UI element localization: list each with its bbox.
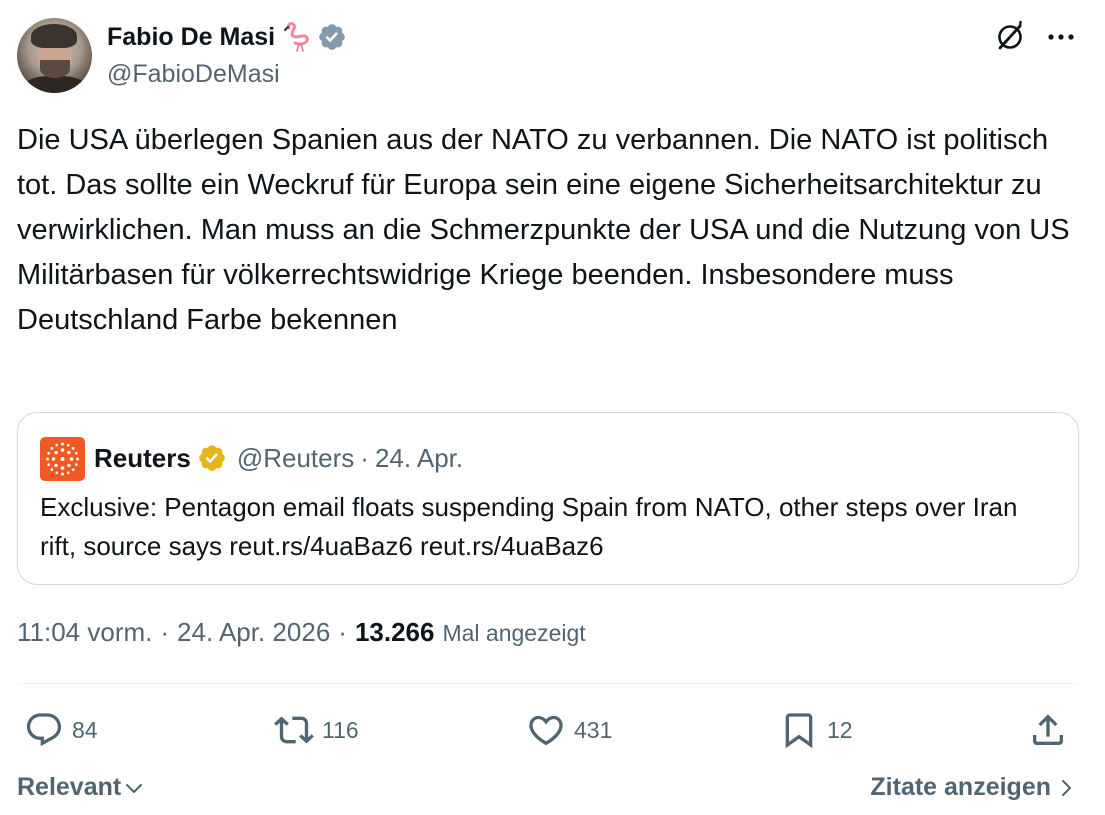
view-quotes-link[interactable]: Zitate anzeigen	[870, 773, 1077, 802]
author-display-name[interactable]: Fabio De Masi	[107, 23, 275, 52]
flamingo-icon	[283, 22, 309, 52]
share-button[interactable]	[1028, 708, 1068, 752]
verified-badge-icon[interactable]	[317, 22, 347, 52]
tweet-date[interactable]: 24. Apr. 2026	[177, 617, 330, 648]
verified-gold-badge-icon	[199, 445, 225, 471]
retweet-count: 116	[322, 716, 359, 743]
retweet-button[interactable]: 116	[274, 708, 359, 752]
author-handle[interactable]: @FabioDeMasi	[107, 60, 280, 89]
share-icon	[1033, 714, 1063, 745]
quoted-tweet-text: Exclusive: Pentagon email floats suspend…	[40, 492, 1018, 561]
reply-icon	[26, 713, 62, 747]
like-count: 431	[574, 716, 613, 743]
divider	[17, 683, 1079, 684]
author-avatar[interactable]	[17, 18, 92, 93]
tweet-detail: Fabio De Masi @FabioDeMasi Die USA überl…	[0, 0, 1105, 815]
views-label: Mal angezeigt	[442, 620, 586, 646]
tweet-text: Die USA überlegen Spanien aus der NATO z…	[17, 124, 1070, 336]
bookmark-button[interactable]: 12	[779, 708, 853, 752]
sort-label: Relevant	[17, 773, 122, 801]
quoted-author-name[interactable]: Reuters	[94, 443, 191, 474]
reply-count: 84	[72, 716, 98, 743]
chevron-down-icon	[126, 783, 143, 793]
bookmark-count: 12	[827, 716, 853, 743]
quoted-separator: ·	[360, 442, 369, 473]
meta-separator: ·	[160, 617, 170, 647]
quoted-author-handle: @Reuters	[236, 442, 355, 473]
grok-icon[interactable]	[993, 20, 1027, 54]
bookmark-icon	[785, 713, 813, 749]
chevron-right-icon	[1062, 779, 1071, 796]
reuters-logo-icon[interactable]	[40, 437, 85, 481]
tweet-time[interactable]: 11:04 vorm.	[17, 617, 152, 648]
sort-replies-dropdown[interactable]: Relevant	[17, 773, 145, 802]
meta-separator: ·	[338, 617, 347, 647]
tweet-meta: 11:04 vorm. · 24. Apr. 2026 · 13.266 Mal…	[17, 617, 586, 648]
like-button[interactable]: 431	[526, 708, 612, 752]
quotes-label: Zitate anzeigen	[870, 773, 1051, 801]
quoted-tweet-card[interactable]: Reuters @Reuters · 24. Apr. Exclusive: P…	[17, 412, 1079, 585]
heart-icon	[529, 715, 563, 746]
more-options-icon[interactable]	[1045, 26, 1077, 48]
retweet-icon	[274, 716, 314, 744]
views-count: 13.266	[354, 617, 435, 647]
reply-button[interactable]: 84	[24, 708, 98, 752]
author-name-row: Fabio De Masi	[107, 20, 347, 54]
quoted-tweet-header: Reuters @Reuters · 24. Apr.	[94, 438, 463, 478]
quoted-date: 24. Apr.	[374, 442, 464, 473]
